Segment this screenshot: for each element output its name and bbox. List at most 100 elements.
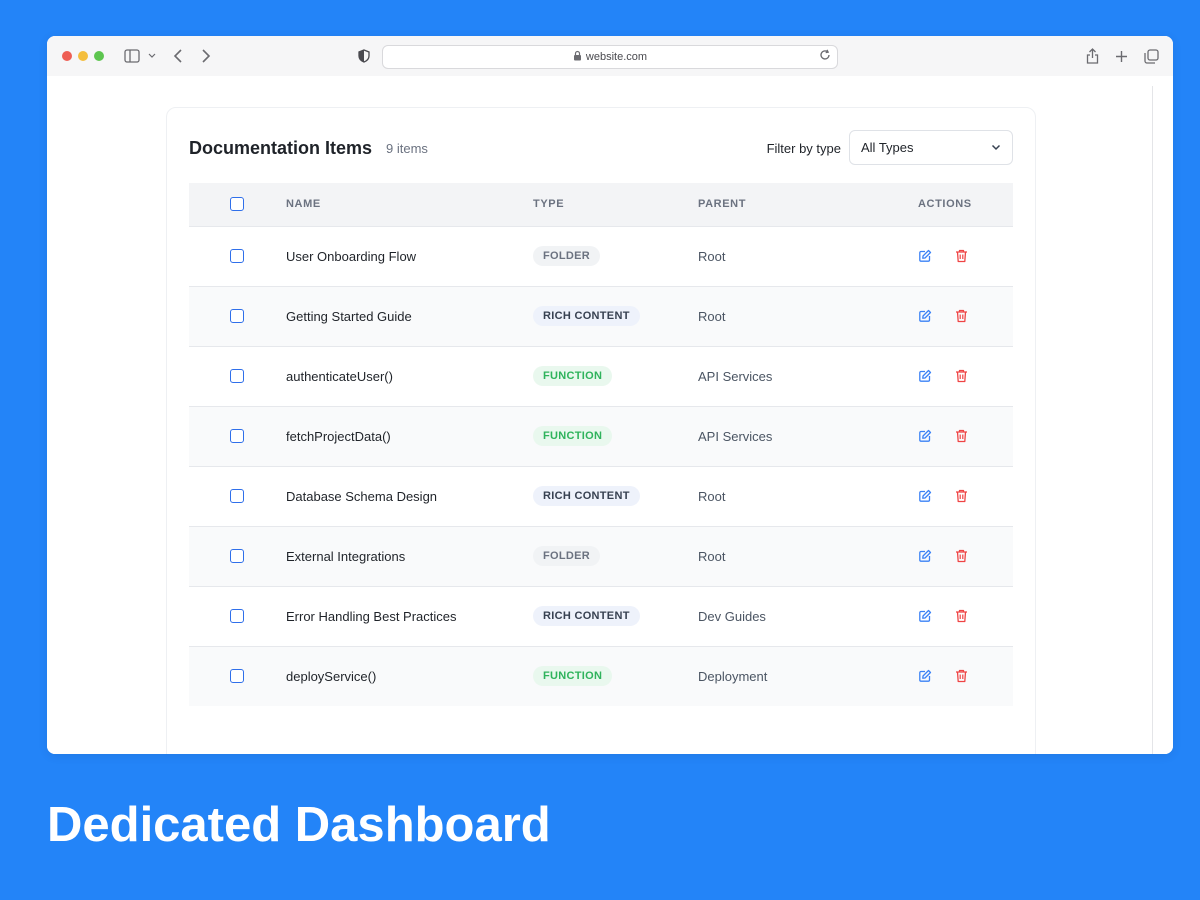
row-parent: Dev Guides	[698, 608, 766, 624]
type-badge: FUNCTION	[533, 366, 613, 386]
minimize-window-button[interactable]	[78, 51, 88, 61]
back-icon[interactable]	[169, 47, 187, 65]
table-body: User Onboarding Flow FOLDER Root Getting…	[189, 226, 1013, 706]
row-name: Getting Started Guide	[286, 308, 412, 324]
trash-icon[interactable]	[953, 308, 969, 324]
forward-icon[interactable]	[197, 47, 215, 65]
type-badge: RICH CONTENT	[533, 606, 640, 626]
column-header-parent[interactable]: PARENT	[698, 183, 918, 226]
table-row[interactable]: Database Schema Design RICH CONTENT Root	[189, 466, 1013, 526]
row-parent: Deployment	[698, 668, 768, 684]
pencil-square-icon[interactable]	[917, 668, 933, 684]
row-type-cell: RICH CONTENT	[533, 286, 698, 346]
reload-icon[interactable]	[819, 49, 831, 64]
row-type-cell: FUNCTION	[533, 646, 698, 706]
pencil-square-icon[interactable]	[917, 488, 933, 504]
row-parent: Root	[698, 548, 726, 564]
pencil-square-icon[interactable]	[917, 308, 933, 324]
row-name: Database Schema Design	[286, 488, 438, 504]
type-filter-select[interactable]: All Types	[849, 130, 1013, 165]
row-actions	[918, 586, 1013, 646]
row-actions	[918, 646, 1013, 706]
table-row[interactable]: User Onboarding Flow FOLDER Root	[189, 226, 1013, 286]
pencil-square-icon[interactable]	[917, 248, 933, 264]
trash-icon[interactable]	[953, 608, 969, 624]
row-parent: Root	[698, 488, 726, 504]
row-parent: API Services	[698, 428, 773, 444]
row-checkbox[interactable]	[230, 669, 244, 684]
row-checkbox[interactable]	[230, 429, 244, 443]
row-actions	[918, 346, 1013, 406]
column-header-name[interactable]: NAME	[286, 183, 533, 226]
row-checkbox[interactable]	[230, 549, 244, 563]
row-checkbox[interactable]	[230, 609, 244, 623]
select-all-cell	[189, 183, 286, 226]
trash-icon[interactable]	[953, 368, 969, 384]
trash-icon[interactable]	[953, 668, 969, 684]
trash-icon[interactable]	[953, 488, 969, 504]
row-select-cell	[189, 226, 286, 286]
pencil-square-icon[interactable]	[917, 428, 933, 444]
chevron-down-icon[interactable]	[143, 47, 161, 65]
row-actions	[918, 226, 1013, 286]
row-actions	[918, 286, 1013, 346]
row-checkbox[interactable]	[230, 369, 244, 383]
table-row[interactable]: Getting Started Guide RICH CONTENT Root	[189, 286, 1013, 346]
sidebar-toggle-icon[interactable]	[123, 47, 141, 65]
type-badge: FOLDER	[533, 546, 601, 566]
row-select-cell	[189, 586, 286, 646]
trash-icon[interactable]	[953, 248, 969, 264]
address-bar[interactable]: website.com	[382, 45, 838, 69]
table-row[interactable]: fetchProjectData() FUNCTION API Services	[189, 406, 1013, 466]
table-row[interactable]: External Integrations FOLDER Root	[189, 526, 1013, 586]
documentation-table: NAME TYPE PARENT ACTIONS User Onboarding…	[189, 183, 1013, 706]
type-filter-value: All Types	[861, 140, 914, 155]
table-row[interactable]: authenticateUser() FUNCTION API Services	[189, 346, 1013, 406]
row-select-cell	[189, 406, 286, 466]
row-checkbox[interactable]	[230, 489, 244, 503]
table-row[interactable]: deployService() FUNCTION Deployment	[189, 646, 1013, 706]
row-actions	[918, 526, 1013, 586]
row-name: Error Handling Best Practices	[286, 608, 457, 624]
close-window-button[interactable]	[62, 51, 72, 61]
row-select-cell	[189, 646, 286, 706]
trash-icon[interactable]	[953, 428, 969, 444]
row-checkbox[interactable]	[230, 309, 244, 323]
type-badge: FUNCTION	[533, 426, 613, 446]
type-badge: RICH CONTENT	[533, 486, 640, 506]
row-parent: Root	[698, 308, 726, 324]
shield-icon[interactable]	[355, 47, 373, 65]
row-name: deployService()	[286, 668, 377, 684]
page-content: Documentation Items 9 items Filter by ty…	[47, 76, 1173, 754]
row-actions	[918, 466, 1013, 526]
select-all-checkbox[interactable]	[230, 197, 244, 212]
type-badge: FUNCTION	[533, 666, 613, 687]
pencil-square-icon[interactable]	[917, 368, 933, 384]
pencil-square-icon[interactable]	[917, 548, 933, 564]
chevron-down-icon	[990, 141, 1002, 156]
trash-icon[interactable]	[953, 548, 969, 564]
row-type-cell: FUNCTION	[533, 406, 698, 466]
row-checkbox[interactable]	[230, 249, 244, 263]
column-header-type[interactable]: TYPE	[533, 183, 698, 226]
maximize-window-button[interactable]	[94, 51, 104, 61]
row-select-cell	[189, 526, 286, 586]
scrollbar-track[interactable]	[1152, 86, 1153, 754]
tab-overview-icon[interactable]	[1142, 47, 1160, 65]
row-type-cell: FOLDER	[533, 226, 698, 286]
table-row[interactable]: Error Handling Best Practices RICH CONTE…	[189, 586, 1013, 646]
row-select-cell	[189, 466, 286, 526]
type-badge: RICH CONTENT	[533, 306, 640, 326]
window-controls	[62, 51, 104, 61]
row-select-cell	[189, 346, 286, 406]
share-icon[interactable]	[1083, 47, 1101, 65]
browser-window: website.com Documentation Items 9 items …	[47, 36, 1173, 754]
row-type-cell: RICH CONTENT	[533, 466, 698, 526]
column-header-actions: ACTIONS	[918, 198, 972, 211]
filter-label: Filter by type	[766, 141, 841, 156]
documentation-panel: Documentation Items 9 items Filter by ty…	[166, 107, 1036, 754]
pencil-square-icon[interactable]	[917, 608, 933, 624]
row-name: User Onboarding Flow	[286, 248, 417, 264]
row-select-cell	[189, 286, 286, 346]
new-tab-icon[interactable]	[1112, 47, 1130, 65]
